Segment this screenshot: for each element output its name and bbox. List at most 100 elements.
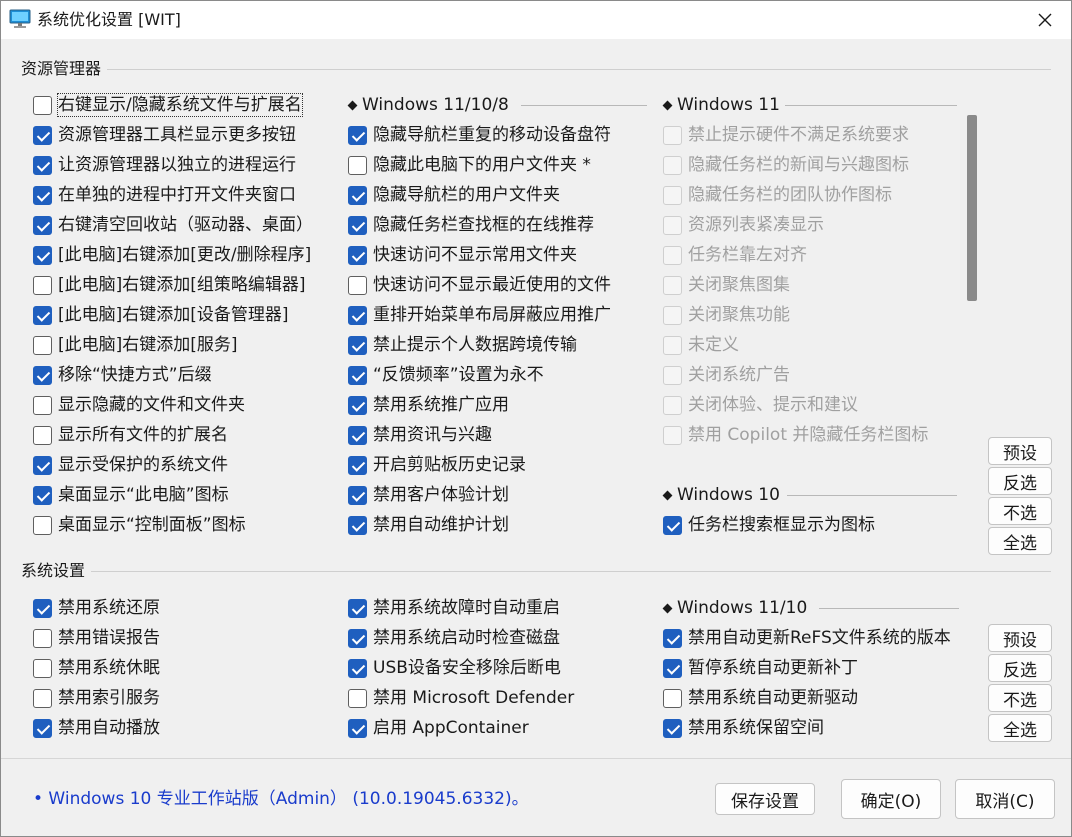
checkbox-checked-icon[interactable] (348, 305, 367, 325)
checkbox-item[interactable]: 禁用资讯与兴趣 (348, 421, 492, 449)
checkbox-item[interactable]: 隐藏导航栏的用户文件夹 (348, 181, 560, 209)
checkbox-item[interactable]: 显示所有文件的扩展名 (33, 421, 228, 449)
explorer-all-button[interactable]: 全选 (988, 527, 1052, 555)
checkbox-item[interactable]: 暂停系统自动更新补丁 (663, 654, 858, 682)
checkbox-checked-icon[interactable] (348, 365, 367, 385)
checkbox-checked-icon[interactable] (33, 245, 52, 265)
checkbox-checked-icon[interactable] (348, 628, 367, 648)
checkbox-checked-icon[interactable] (33, 365, 52, 385)
checkbox-unchecked-icon[interactable] (33, 395, 52, 415)
checkbox-unchecked-icon[interactable] (348, 275, 367, 295)
checkbox-item[interactable]: 禁用系统保留空间 (663, 714, 824, 742)
checkbox-unchecked-icon[interactable] (33, 688, 52, 708)
checkbox-item[interactable]: 显示受保护的系统文件 (33, 451, 228, 479)
checkbox-unchecked-icon[interactable] (33, 658, 52, 678)
checkbox-item[interactable]: 让资源管理器以独立的进程运行 (33, 151, 296, 179)
checkbox-item[interactable]: 快速访问不显示最近使用的文件 (348, 271, 611, 299)
explorer-preset-button[interactable]: 预设 (988, 437, 1052, 465)
explorer-invert-button[interactable]: 反选 (988, 467, 1052, 495)
checkbox-item[interactable]: [此电脑]右键添加[组策略编辑器] (33, 271, 306, 299)
checkbox-checked-icon[interactable] (663, 515, 682, 535)
checkbox-item[interactable]: USB设备安全移除后断电 (348, 654, 561, 682)
system-none-button[interactable]: 不选 (988, 684, 1052, 712)
checkbox-checked-icon[interactable] (348, 718, 367, 738)
checkbox-checked-icon[interactable] (348, 215, 367, 235)
checkbox-checked-icon[interactable] (348, 598, 367, 618)
checkbox-item[interactable]: 禁用系统推广应用 (348, 391, 509, 419)
checkbox-item[interactable]: [此电脑]右键添加[更改/删除程序] (33, 241, 311, 269)
checkbox-item[interactable]: 资源管理器工具栏显示更多按钮 (33, 121, 296, 149)
system-preset-button[interactable]: 预设 (988, 624, 1052, 652)
checkbox-checked-icon[interactable] (348, 335, 367, 355)
explorer-none-button[interactable]: 不选 (988, 497, 1052, 525)
checkbox-checked-icon[interactable] (33, 215, 52, 235)
checkbox-checked-icon[interactable] (663, 628, 682, 648)
checkbox-item[interactable]: 移除“快捷方式”后缀 (33, 361, 212, 389)
checkbox-item[interactable]: 快速访问不显示常用文件夹 (348, 241, 577, 269)
checkbox-checked-icon[interactable] (348, 395, 367, 415)
ok-button[interactable]: 确定(O) (841, 779, 941, 819)
checkbox-item[interactable]: 桌面显示“此电脑”图标 (33, 481, 229, 509)
checkbox-item[interactable]: 右键清空回收站（驱动器、桌面） (33, 211, 313, 239)
checkbox-checked-icon[interactable] (348, 125, 367, 145)
checkbox-checked-icon[interactable] (663, 658, 682, 678)
checkbox-item[interactable]: 禁用系统休眠 (33, 654, 160, 682)
checkbox-checked-icon[interactable] (33, 185, 52, 205)
checkbox-unchecked-icon[interactable] (348, 688, 367, 708)
save-settings-button[interactable]: 保存设置 (715, 783, 815, 815)
checkbox-item[interactable]: 禁用自动播放 (33, 714, 160, 742)
checkbox-item[interactable]: [此电脑]右键添加[设备管理器] (33, 301, 289, 329)
checkbox-item[interactable]: [此电脑]右键添加[服务] (33, 331, 238, 359)
explorer-scrollbar-thumb[interactable] (967, 115, 977, 301)
close-button[interactable] (1019, 1, 1071, 39)
checkbox-checked-icon[interactable] (33, 485, 52, 505)
checkbox-checked-icon[interactable] (348, 425, 367, 445)
checkbox-item[interactable]: 显示隐藏的文件和文件夹 (33, 391, 245, 419)
checkbox-item[interactable]: 在单独的进程中打开文件夹窗口 (33, 181, 296, 209)
checkbox-item[interactable]: 禁用系统启动时检查磁盘 (348, 624, 560, 652)
checkbox-unchecked-icon[interactable] (33, 628, 52, 648)
checkbox-item[interactable]: 隐藏此电脑下的用户文件夹 * (348, 151, 591, 179)
checkbox-item[interactable]: 禁用系统自动更新驱动 (663, 684, 858, 712)
checkbox-item[interactable]: 开启剪贴板历史记录 (348, 451, 526, 479)
checkbox-checked-icon[interactable] (33, 718, 52, 738)
checkbox-item[interactable]: 禁用自动更新ReFS文件系统的版本 (663, 624, 951, 652)
checkbox-checked-icon[interactable] (348, 185, 367, 205)
checkbox-checked-icon[interactable] (348, 245, 367, 265)
checkbox-item[interactable]: 禁用系统故障时自动重启 (348, 594, 560, 622)
checkbox-item[interactable]: 禁用索引服务 (33, 684, 160, 712)
checkbox-checked-icon[interactable] (33, 155, 52, 175)
system-all-button[interactable]: 全选 (988, 714, 1052, 742)
checkbox-checked-icon[interactable] (348, 515, 367, 535)
checkbox-item[interactable]: 禁用错误报告 (33, 624, 160, 652)
checkbox-unchecked-icon[interactable] (33, 425, 52, 445)
checkbox-item[interactable]: 任务栏搜索框显示为图标 (663, 511, 875, 539)
checkbox-checked-icon[interactable] (33, 305, 52, 325)
checkbox-item[interactable]: 隐藏导航栏重复的移动设备盘符 (348, 121, 611, 149)
checkbox-checked-icon[interactable] (33, 455, 52, 475)
checkbox-checked-icon[interactable] (348, 455, 367, 475)
checkbox-item[interactable]: 禁用自动维护计划 (348, 511, 509, 539)
checkbox-checked-icon[interactable] (33, 125, 52, 145)
checkbox-checked-icon[interactable] (33, 598, 52, 618)
system-invert-button[interactable]: 反选 (988, 654, 1052, 682)
checkbox-unchecked-icon[interactable] (33, 275, 52, 295)
checkbox-item[interactable]: 启用 AppContainer (348, 714, 529, 742)
checkbox-unchecked-icon[interactable] (33, 335, 52, 355)
checkbox-item[interactable]: 禁用 Microsoft Defender (348, 684, 574, 712)
checkbox-unchecked-icon[interactable] (663, 688, 682, 708)
checkbox-item[interactable]: “反馈频率”设置为永不 (348, 361, 544, 389)
checkbox-item[interactable]: 隐藏任务栏查找框的在线推荐 (348, 211, 594, 239)
checkbox-checked-icon[interactable] (348, 485, 367, 505)
checkbox-unchecked-icon[interactable] (33, 95, 52, 115)
checkbox-item[interactable]: 禁用系统还原 (33, 594, 160, 622)
checkbox-item[interactable]: 右键显示/隐藏系统文件与扩展名 (33, 91, 303, 119)
checkbox-item[interactable]: 桌面显示“控制面板”图标 (33, 511, 246, 539)
checkbox-item[interactable]: 禁止提示个人数据跨境传输 (348, 331, 577, 359)
cancel-button[interactable]: 取消(C) (955, 779, 1055, 819)
checkbox-checked-icon[interactable] (663, 718, 682, 738)
checkbox-item[interactable]: 重排开始菜单布局屏蔽应用推广 (348, 301, 611, 329)
checkbox-item[interactable]: 禁用客户体验计划 (348, 481, 509, 509)
checkbox-checked-icon[interactable] (348, 658, 367, 678)
checkbox-unchecked-icon[interactable] (33, 515, 52, 535)
